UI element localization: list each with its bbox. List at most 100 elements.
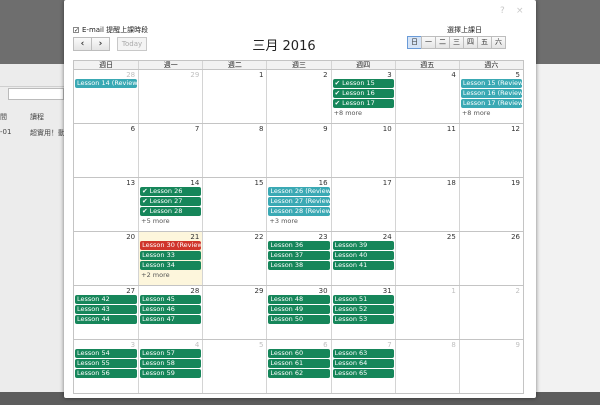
- lesson-event[interactable]: Lesson 56: [75, 369, 138, 378]
- day-cell[interactable]: 31 Lesson 51 Lesson 52 Lesson 53: [330, 286, 395, 339]
- background-input[interactable]: [8, 88, 64, 100]
- lesson-event[interactable]: Lesson 62: [268, 369, 330, 378]
- email-reminder-checkbox[interactable]: ✓: [73, 27, 79, 34]
- day-cell[interactable]: 2: [458, 286, 523, 339]
- day-cell[interactable]: 15: [202, 178, 266, 231]
- lesson-event[interactable]: Lesson 40: [332, 251, 394, 260]
- day-cell[interactable]: 11: [394, 124, 459, 177]
- day-option-0[interactable]: 日: [407, 36, 422, 49]
- day-cell[interactable]: 28 Lesson 14 (Review: [74, 70, 138, 123]
- lesson-event[interactable]: Lesson 58: [140, 359, 202, 368]
- day-cell[interactable]: 4 Lesson 57 Lesson 58 Lesson 59: [138, 340, 202, 393]
- day-cell[interactable]: 23 Lesson 36 Lesson 37 Lesson 38: [266, 232, 330, 285]
- lesson-event[interactable]: Lesson 16 (Review: [460, 89, 522, 98]
- lesson-event[interactable]: Lesson 45: [140, 295, 202, 304]
- day-cell[interactable]: 6: [74, 124, 138, 177]
- lesson-event[interactable]: Lesson 57: [140, 349, 202, 358]
- lesson-event[interactable]: Lesson 36: [268, 241, 330, 250]
- lesson-event[interactable]: Lesson 55: [75, 359, 138, 368]
- day-cell[interactable]: 29: [138, 70, 202, 123]
- lesson-event[interactable]: Lesson 48: [268, 295, 330, 304]
- lesson-event[interactable]: Lesson 64: [332, 359, 394, 368]
- day-cell[interactable]: 9: [458, 340, 523, 393]
- day-cell[interactable]: 19: [458, 178, 523, 231]
- day-cell[interactable]: 13: [74, 178, 138, 231]
- next-month-button[interactable]: ›: [91, 37, 110, 51]
- lesson-event[interactable]: Lesson 15 (Review: [460, 79, 522, 88]
- lesson-event[interactable]: Lesson 59: [140, 369, 202, 378]
- lesson-event[interactable]: ✔ Lesson 17: [332, 99, 394, 108]
- lesson-event[interactable]: ✔ Lesson 15: [332, 79, 394, 88]
- lesson-event[interactable]: ✔ Lesson 16: [332, 89, 394, 98]
- lesson-event[interactable]: Lesson 37: [268, 251, 330, 260]
- day-cell[interactable]: 26: [458, 232, 523, 285]
- day-option-2[interactable]: 二: [435, 36, 450, 49]
- day-option-3[interactable]: 三: [449, 36, 464, 49]
- lesson-event[interactable]: Lesson 53: [332, 315, 394, 324]
- day-cell[interactable]: 28 Lesson 45 Lesson 46 Lesson 47: [138, 286, 202, 339]
- lesson-event[interactable]: Lesson 41: [332, 261, 394, 270]
- lesson-event[interactable]: Lesson 33: [140, 251, 202, 260]
- day-cell[interactable]: 29: [202, 286, 266, 339]
- lesson-event[interactable]: Lesson 47: [140, 315, 202, 324]
- day-cell[interactable]: 6 Lesson 60 Lesson 61 Lesson 62: [266, 340, 330, 393]
- day-cell[interactable]: 17: [330, 178, 395, 231]
- lesson-event[interactable]: Lesson 49: [268, 305, 330, 314]
- day-cell[interactable]: 22: [202, 232, 266, 285]
- day-cell[interactable]: 12: [458, 124, 523, 177]
- lesson-event[interactable]: Lesson 39: [332, 241, 394, 250]
- day-cell[interactable]: 24 Lesson 39 Lesson 40 Lesson 41: [330, 232, 395, 285]
- prev-month-button[interactable]: ‹: [73, 37, 92, 51]
- day-cell[interactable]: 30 Lesson 48 Lesson 49 Lesson 50: [266, 286, 330, 339]
- lesson-event[interactable]: Lesson 43: [75, 305, 138, 314]
- day-cell[interactable]: 8: [394, 340, 459, 393]
- lesson-event[interactable]: Lesson 63: [332, 349, 394, 358]
- day-cell[interactable]: 5: [202, 340, 266, 393]
- day-cell[interactable]: 1: [394, 286, 459, 339]
- lesson-event[interactable]: Lesson 65: [332, 369, 394, 378]
- day-cell[interactable]: 14 ✔ Lesson 26 ✔ Lesson 27 ✔ Lesson 28 +5 mo…: [138, 178, 202, 231]
- more-events-link[interactable]: +2 more: [141, 271, 202, 279]
- lesson-event[interactable]: Lesson 46: [140, 305, 202, 314]
- close-icon[interactable]: ×: [516, 6, 524, 16]
- lesson-event[interactable]: Lesson 61: [268, 359, 330, 368]
- email-reminder-row[interactable]: ✓ E-mail 提醒上課時段: [73, 25, 148, 35]
- day-cell[interactable]: 20: [74, 232, 138, 285]
- today-button[interactable]: Today: [117, 37, 147, 51]
- day-cell[interactable]: 10: [330, 124, 395, 177]
- help-icon[interactable]: ?: [500, 6, 505, 16]
- lesson-event[interactable]: Lesson 14 (Review: [75, 79, 138, 88]
- day-cell[interactable]: 7 Lesson 63 Lesson 64 Lesson 65: [330, 340, 395, 393]
- day-cell[interactable]: 27 Lesson 42 Lesson 43 Lesson 44: [74, 286, 138, 339]
- day-cell[interactable]: 3 Lesson 54 Lesson 55 Lesson 56: [74, 340, 138, 393]
- lesson-event[interactable]: Lesson 54: [75, 349, 138, 358]
- more-events-link[interactable]: +5 more: [141, 217, 202, 225]
- day-cell[interactable]: 2: [266, 70, 330, 123]
- lesson-event[interactable]: Lesson 42: [75, 295, 138, 304]
- lesson-event[interactable]: Lesson 30 (Review: [140, 241, 202, 250]
- lesson-event[interactable]: ✔ Lesson 27: [140, 197, 202, 206]
- day-cell[interactable]: 5 Lesson 15 (Review Lesson 16 (Review Lesso…: [458, 70, 523, 123]
- lesson-event[interactable]: Lesson 51: [332, 295, 394, 304]
- lesson-event[interactable]: Lesson 44: [75, 315, 138, 324]
- lesson-event[interactable]: ✔ Lesson 28: [140, 207, 202, 216]
- day-cell-today[interactable]: 21 Lesson 30 (Review Lesson 33 Lesson 34 +2 …: [138, 232, 203, 285]
- lesson-event[interactable]: Lesson 28 (Review: [268, 207, 330, 216]
- lesson-event[interactable]: Lesson 50: [268, 315, 330, 324]
- more-events-link[interactable]: +3 more: [269, 217, 330, 225]
- day-cell[interactable]: 18: [394, 178, 459, 231]
- day-option-4[interactable]: 四: [463, 36, 478, 49]
- day-option-6[interactable]: 六: [491, 36, 506, 49]
- lesson-event[interactable]: Lesson 38: [268, 261, 330, 270]
- more-events-link[interactable]: +8 more: [462, 109, 523, 117]
- day-cell[interactable]: 9: [266, 124, 330, 177]
- day-cell[interactable]: 25: [394, 232, 459, 285]
- lesson-event[interactable]: Lesson 26 (Review: [268, 187, 330, 196]
- more-events-link[interactable]: +8 more: [334, 109, 395, 117]
- lesson-event[interactable]: Lesson 17 (Review: [460, 99, 522, 108]
- lesson-event[interactable]: Lesson 60: [268, 349, 330, 358]
- day-cell[interactable]: 8: [202, 124, 266, 177]
- lesson-event[interactable]: Lesson 34: [140, 261, 202, 270]
- lesson-event[interactable]: Lesson 27 (Review: [268, 197, 330, 206]
- day-cell[interactable]: 7: [138, 124, 202, 177]
